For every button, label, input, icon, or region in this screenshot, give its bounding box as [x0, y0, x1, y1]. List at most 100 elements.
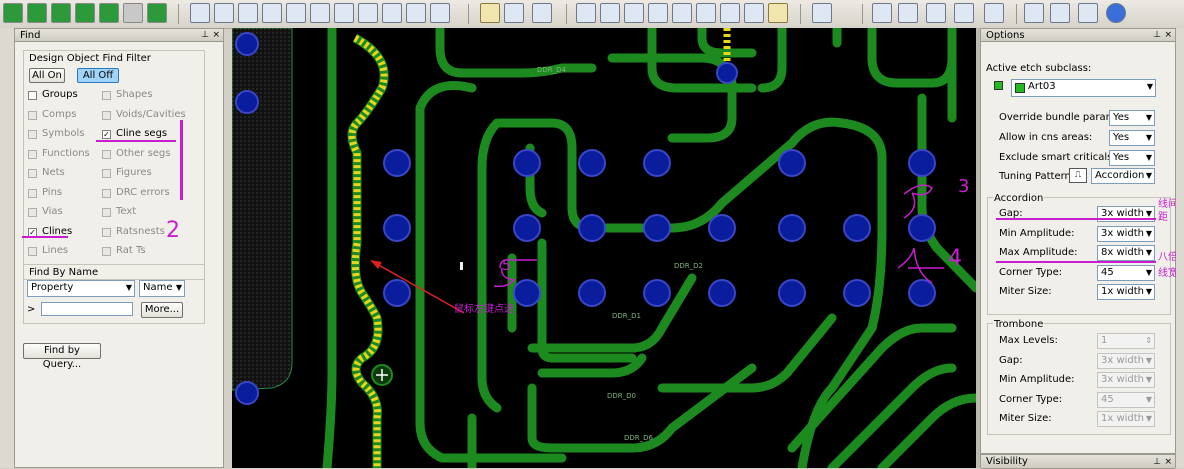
main-toolbar — [0, 0, 1184, 29]
stamp-icon[interactable] — [430, 3, 450, 23]
rotate-icon[interactable] — [334, 3, 354, 23]
layer-toggle-icon[interactable] — [27, 3, 47, 23]
filter-checkbox[interactable] — [102, 149, 111, 159]
waveform-icon[interactable] — [812, 3, 832, 23]
option-label: Miter Size: — [999, 413, 1052, 424]
flag-icon[interactable] — [720, 3, 740, 23]
tuning-pattern-dropdown[interactable]: Accordion ▼ — [1091, 168, 1155, 184]
notebook-icon[interactable] — [898, 3, 918, 23]
filter-checkbox[interactable] — [28, 188, 37, 198]
filter-checkbox[interactable] — [28, 169, 37, 178]
add-line-icon[interactable] — [190, 3, 210, 23]
move-icon[interactable] — [286, 3, 306, 23]
measure-icon[interactable] — [532, 3, 552, 23]
filter-checkbox[interactable] — [28, 110, 37, 120]
minimize-icon[interactable] — [1050, 3, 1070, 23]
filter-checkbox[interactable] — [102, 110, 111, 120]
text-icon[interactable] — [672, 3, 692, 23]
override-dropdown[interactable]: Yes ▼ — [1109, 110, 1155, 126]
filter-checkbox[interactable] — [28, 130, 37, 139]
add-rect-icon[interactable] — [214, 3, 234, 23]
active-etch-label: Active etch subclass: — [986, 63, 1092, 74]
filter-checkbox[interactable] — [102, 227, 111, 237]
layer-toggle-icon[interactable] — [51, 3, 71, 23]
close-icon[interactable]: × — [1164, 455, 1172, 469]
grid-icon[interactable] — [744, 3, 764, 23]
filter-checkbox[interactable] — [102, 169, 111, 178]
all-on-button[interactable]: All On — [29, 68, 65, 83]
pin-icon[interactable]: ⊥ — [1153, 455, 1161, 469]
allow-dropdown[interactable]: Yes ▼ — [1109, 130, 1155, 146]
net-label: DDR_D6 — [624, 434, 654, 442]
layer-toggle-icon[interactable] — [123, 3, 143, 23]
layer-toggle-icon[interactable] — [3, 3, 23, 23]
name-input[interactable] — [41, 302, 133, 316]
option-dropdown[interactable]: 3x width ▼ — [1097, 372, 1155, 388]
option-dropdown[interactable]: 3x width ▼ — [1097, 225, 1155, 242]
annotation-number: 5 — [502, 258, 511, 274]
wrench-icon[interactable] — [768, 3, 788, 23]
filter-checkbox[interactable] — [102, 247, 111, 256]
layer-toggle-icon[interactable] — [75, 3, 95, 23]
report-icon[interactable] — [576, 3, 596, 23]
layer-color-swatch[interactable] — [994, 81, 1003, 90]
probe-icon[interactable] — [984, 3, 1004, 23]
annotation-number: 3 — [958, 176, 970, 197]
option-dropdown[interactable]: 45 ▼ — [1097, 264, 1155, 281]
close-icon[interactable]: × — [1164, 29, 1172, 42]
option-dropdown[interactable]: 3x width ▼ — [1097, 352, 1155, 369]
option-dropdown[interactable]: 1x width ▼ — [1097, 284, 1155, 300]
pin-icon[interactable]: ⊥ — [201, 29, 209, 42]
exclude-dropdown[interactable]: Yes ▼ — [1109, 150, 1155, 166]
option-dropdown[interactable]: 8x width ▼ — [1097, 245, 1155, 261]
copy-icon[interactable] — [310, 3, 330, 23]
property-dropdown[interactable]: Property ▼ — [27, 280, 135, 297]
filter-label: DRC errors — [116, 186, 170, 198]
component-icon[interactable] — [480, 3, 500, 23]
filter-checkbox[interactable] — [102, 208, 111, 217]
document-icon[interactable] — [872, 3, 892, 23]
maximize-icon[interactable] — [1078, 3, 1098, 23]
name-dropdown[interactable]: Name ▼ — [139, 280, 185, 297]
filter-checkbox[interactable] — [102, 188, 111, 198]
camera-icon[interactable] — [648, 3, 668, 23]
select-arrow-icon[interactable] — [262, 3, 282, 23]
option-label: Corner Type: — [999, 266, 1063, 278]
more-button[interactable]: More... — [141, 302, 183, 318]
find-by-query-button[interactable]: Find by Query... — [23, 343, 101, 370]
layer-toggle-icon[interactable] — [99, 3, 119, 23]
annotation-number: 2 — [166, 218, 180, 243]
filter-label: Cline segs — [116, 128, 168, 139]
close-icon[interactable]: × — [212, 29, 220, 42]
shape-icon[interactable] — [358, 3, 378, 23]
edit-icon[interactable] — [406, 3, 426, 23]
pcb-canvas[interactable]: DDR_D4 DDR_D2 DDR_D0 DDR_D6 DDR_D1 鼠标左键点… — [232, 28, 976, 468]
filter-label: Comps — [42, 108, 77, 120]
option-dropdown[interactable]: 45 ▼ — [1097, 391, 1155, 408]
option-dropdown[interactable]: 1 ⇕ — [1097, 333, 1155, 349]
layer-icon[interactable] — [624, 3, 644, 23]
notebook-icon[interactable] — [954, 3, 974, 23]
option-dropdown[interactable]: 1x width ▼ — [1097, 411, 1155, 427]
filter-label: Clines — [42, 225, 73, 237]
filter-label: Figures — [116, 167, 152, 178]
filter-checkbox[interactable] — [28, 247, 37, 256]
filter-label: Symbols — [42, 128, 85, 139]
pin-icon[interactable]: ⊥ — [1153, 29, 1161, 42]
help-icon[interactable] — [1106, 3, 1126, 23]
filter-checkbox[interactable] — [28, 208, 37, 217]
void-icon[interactable] — [382, 3, 402, 23]
dimension-icon[interactable] — [504, 3, 524, 23]
add-circle-icon[interactable] — [238, 3, 258, 23]
board-icon[interactable] — [600, 3, 620, 23]
filter-checkbox[interactable] — [102, 91, 111, 100]
active-etch-dropdown[interactable]: Art03 ▼ — [1011, 79, 1156, 97]
filter-checkbox[interactable] — [28, 91, 37, 100]
filter-checkbox[interactable] — [28, 149, 37, 159]
layer-toggle-icon[interactable] — [147, 3, 167, 23]
all-off-button[interactable]: All Off — [77, 68, 119, 83]
filter-checkbox[interactable]: ✓ — [102, 130, 111, 139]
binary-icon[interactable] — [696, 3, 716, 23]
notebook-icon[interactable] — [926, 3, 946, 23]
window-icon[interactable] — [1024, 3, 1044, 23]
